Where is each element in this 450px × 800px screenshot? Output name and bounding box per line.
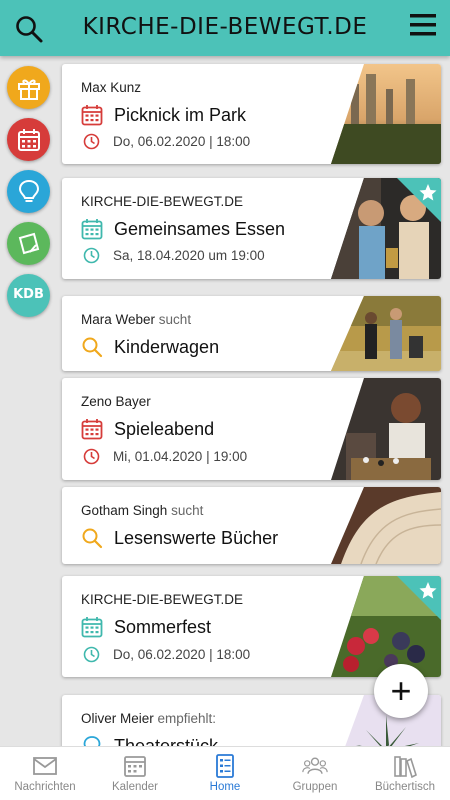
card-date: Sa, 18.04.2020 um 19:00	[113, 248, 265, 263]
card-title: Lesenswerte Bücher	[114, 527, 279, 548]
add-button[interactable]: +	[374, 664, 428, 718]
tab-buechertisch[interactable]: Büchertisch	[360, 747, 450, 800]
card-title: Gemeinsames Essen	[114, 218, 286, 239]
calendar-icon	[81, 105, 103, 126]
category-sidebar: KDB	[0, 56, 58, 746]
card-author: Gotham Singh	[81, 503, 168, 518]
calendar-icon	[81, 617, 103, 638]
app-header: KIRCHE-DIE-BEWEGT.DE	[0, 0, 450, 56]
hamburger-menu-icon[interactable]	[410, 12, 436, 38]
tab-label: Nachrichten	[14, 781, 76, 793]
notes-category-button[interactable]	[7, 222, 50, 265]
featured-star-badge	[397, 576, 441, 620]
tab-label: Gruppen	[292, 781, 338, 793]
feed-card[interactable]: Gotham Singh sucht Lesenswerte Bücher	[62, 487, 441, 564]
feed-card-featured[interactable]: KIRCHE-DIE-BEWEGT.DE Gemeinsames Essen S…	[62, 178, 441, 279]
clock-icon	[83, 247, 100, 264]
card-verb: sucht	[171, 503, 204, 518]
card-date: Do, 06.02.2020 | 18:00	[113, 134, 251, 149]
clock-icon	[83, 646, 100, 663]
tab-gruppen[interactable]: Gruppen	[270, 747, 360, 800]
card-title: Sommerfest	[114, 616, 212, 637]
plus-icon: +	[390, 670, 412, 711]
clock-icon	[83, 448, 100, 465]
bottom-navigation: Nachrichten Kalender Home Gruppen Bücher…	[0, 746, 450, 800]
card-verb: empfiehlt:	[157, 711, 217, 726]
feed-card[interactable]: Max Kunz Picknick im Park Do, 06.02.2020…	[62, 64, 441, 164]
card-photo	[331, 296, 441, 371]
app-title: KIRCHE-DIE-BEWEGT.DE	[82, 14, 368, 40]
tab-label: Kalender	[111, 781, 159, 793]
calendar-category-button[interactable]	[7, 118, 50, 161]
gift-category-button[interactable]	[7, 66, 50, 109]
tab-label: Home	[209, 781, 241, 793]
calendar-icon	[81, 219, 103, 240]
search-icon	[82, 337, 103, 358]
card-author: KIRCHE-DIE-BEWEGT.DE	[81, 592, 244, 607]
calendar-icon	[81, 419, 103, 440]
tab-home[interactable]: Home	[180, 747, 270, 800]
card-photo	[331, 487, 441, 564]
idea-category-button[interactable]	[7, 170, 50, 213]
feed-card-featured[interactable]: KIRCHE-DIE-BEWEGT.DE Sommerfest Do, 06.0…	[62, 576, 441, 677]
featured-star-badge	[397, 178, 441, 222]
card-title: Kinderwagen	[114, 336, 220, 357]
clock-icon	[83, 133, 100, 150]
card-date: Mi, 01.04.2020 | 19:00	[113, 449, 248, 464]
card-title: Spieleabend	[114, 418, 215, 439]
kdb-category-button[interactable]: KDB	[7, 274, 50, 317]
home-list-icon	[216, 754, 234, 778]
card-photo	[331, 378, 441, 480]
sticky-note-icon	[18, 232, 39, 254]
card-author: KIRCHE-DIE-BEWEGT.DE	[81, 194, 244, 209]
books-icon	[394, 756, 417, 778]
card-date: Do, 06.02.2020 | 18:00	[113, 647, 251, 662]
tab-nachrichten[interactable]: Nachrichten	[0, 747, 90, 800]
mail-icon	[33, 757, 57, 775]
feed-card[interactable]: Mara Weber sucht Kinderwagen	[62, 296, 441, 371]
card-author: Mara Weber	[81, 312, 156, 327]
tab-label: Büchertisch	[374, 781, 436, 793]
tab-kalender[interactable]: Kalender	[90, 747, 180, 800]
calendar-icon	[17, 128, 40, 151]
card-title: Picknick im Park	[114, 104, 247, 125]
card-author: Oliver Meier	[81, 711, 154, 726]
feed-card[interactable]: Zeno Bayer Spieleabend Mi, 01.04.2020 | …	[62, 378, 441, 480]
calendar-icon	[124, 756, 146, 777]
gift-icon	[17, 79, 40, 100]
group-icon	[302, 757, 328, 774]
kdb-logo-icon: KDB	[13, 286, 44, 302]
search-icon	[82, 528, 103, 549]
card-author: Zeno Bayer	[81, 394, 151, 409]
lightbulb-icon	[18, 179, 39, 202]
card-photo	[331, 64, 441, 164]
card-verb: sucht	[158, 312, 192, 327]
card-author: Max Kunz	[81, 80, 142, 95]
